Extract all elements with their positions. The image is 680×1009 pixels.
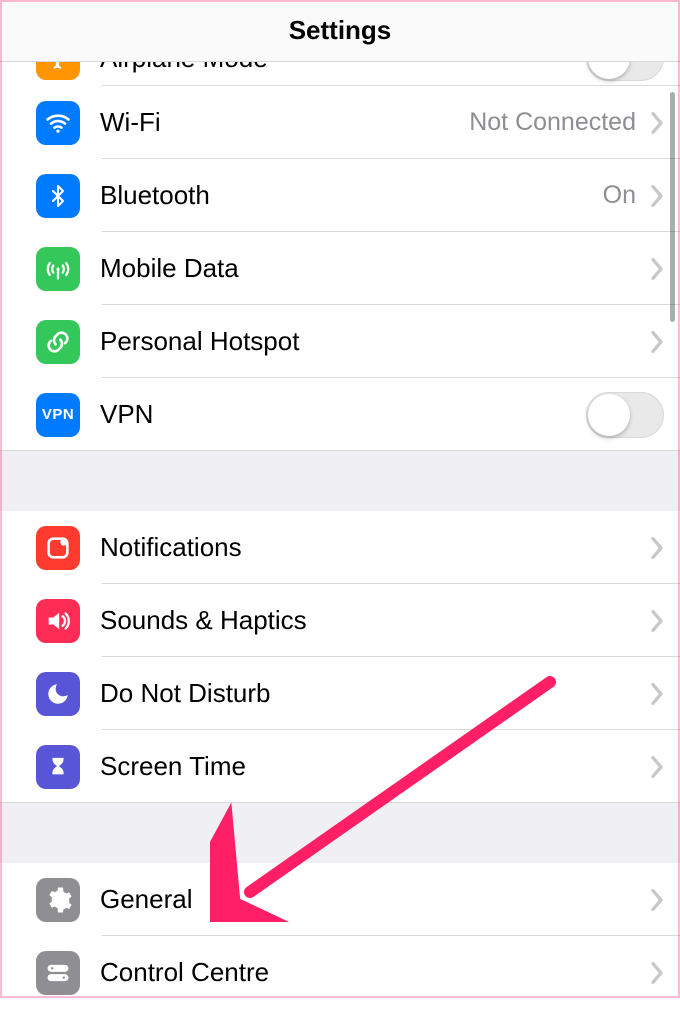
chevron-right-icon: [650, 609, 664, 633]
chevron-right-icon: [650, 755, 664, 779]
row-label: Wi-Fi: [100, 107, 469, 138]
row-value: Not Connected: [469, 108, 636, 137]
airplane-toggle[interactable]: [586, 62, 664, 81]
chevron-right-icon: [650, 184, 664, 208]
row-screen-time[interactable]: Screen Time: [0, 730, 680, 803]
row-notifications[interactable]: Notifications: [0, 511, 680, 584]
chevron-right-icon: [650, 682, 664, 706]
settings-scroll-area[interactable]: Airplane Mode Wi-Fi Not Connected Blueto…: [0, 62, 680, 998]
switches-icon: [36, 951, 80, 995]
row-label: Do Not Disturb: [100, 678, 646, 709]
chevron-right-icon: [650, 111, 664, 135]
row-label: Personal Hotspot: [100, 326, 646, 357]
vpn-toggle[interactable]: [586, 392, 664, 438]
row-label: General: [100, 884, 646, 915]
section-gap: [0, 803, 680, 863]
row-wifi[interactable]: Wi-Fi Not Connected: [0, 86, 680, 159]
row-bluetooth[interactable]: Bluetooth On: [0, 159, 680, 232]
gear-icon: [36, 878, 80, 922]
speaker-icon: [36, 599, 80, 643]
chevron-right-icon: [650, 961, 664, 985]
moon-icon: [36, 672, 80, 716]
row-mobile-data[interactable]: Mobile Data: [0, 232, 680, 305]
row-general[interactable]: General: [0, 863, 680, 936]
scroll-indicator[interactable]: [670, 92, 675, 322]
chevron-right-icon: [650, 257, 664, 281]
row-vpn[interactable]: VPN VPN: [0, 378, 680, 451]
airplane-icon: [36, 62, 80, 80]
row-label: Mobile Data: [100, 253, 646, 284]
row-label: Control Centre: [100, 957, 646, 988]
row-control-centre[interactable]: Control Centre: [0, 936, 680, 1009]
row-label: VPN: [100, 399, 586, 430]
row-personal-hotspot[interactable]: Personal Hotspot: [0, 305, 680, 378]
link-icon: [36, 320, 80, 364]
row-label: Airplane Mode: [100, 62, 586, 74]
hourglass-icon: [36, 745, 80, 789]
page-title: Settings: [289, 15, 392, 46]
bluetooth-icon: [36, 174, 80, 218]
row-do-not-disturb[interactable]: Do Not Disturb: [0, 657, 680, 730]
settings-group-alerts: Notifications Sounds & Haptics Do Not Di…: [0, 511, 680, 803]
row-sounds-haptics[interactable]: Sounds & Haptics: [0, 584, 680, 657]
vpn-icon: VPN: [36, 393, 80, 437]
row-label: Bluetooth: [100, 180, 603, 211]
settings-group-general: General Control Centre: [0, 863, 680, 1009]
wifi-icon: [36, 101, 80, 145]
settings-group-connectivity: Airplane Mode Wi-Fi Not Connected Blueto…: [0, 62, 680, 451]
chevron-right-icon: [650, 536, 664, 560]
row-value: On: [603, 181, 636, 210]
section-gap: [0, 451, 680, 511]
row-label: Sounds & Haptics: [100, 605, 646, 636]
chevron-right-icon: [650, 888, 664, 912]
chevron-right-icon: [650, 330, 664, 354]
row-airplane-mode[interactable]: Airplane Mode: [0, 62, 680, 86]
antenna-icon: [36, 247, 80, 291]
notifications-icon: [36, 526, 80, 570]
row-label: Notifications: [100, 532, 646, 563]
row-label: Screen Time: [100, 751, 646, 782]
settings-header: Settings: [0, 0, 680, 62]
